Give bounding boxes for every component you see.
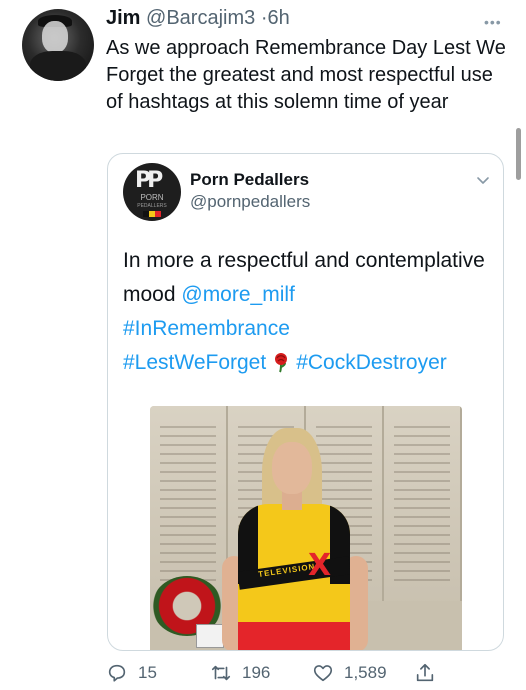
quote-author-handle[interactable]: @pornpedallers <box>190 192 310 212</box>
quote-text-intro: In more a respectful and contemplative m… <box>123 249 485 306</box>
quote-text: In more a respectful and contemplative m… <box>123 244 498 380</box>
quote-author-name[interactable]: Porn Pedallers <box>190 170 309 190</box>
quoted-tweet[interactable]: PP PORN PEDALLERS Porn Pedallers @pornpe… <box>107 153 504 651</box>
author-name[interactable]: Jim <box>106 7 140 29</box>
tweet-header: Jim @Barcajim3 ·6h <box>106 6 290 30</box>
like-button[interactable]: 1,589 <box>312 658 387 688</box>
reply-button[interactable]: 15 <box>106 658 157 688</box>
tweet[interactable]: Jim @Barcajim3 ·6h ••• As we approach Re… <box>0 0 526 690</box>
action-bar: 15 196 1,589 <box>0 658 526 688</box>
avatar-body <box>30 51 86 81</box>
retweet-count: 196 <box>242 663 271 682</box>
cycling-jersey: TELEVISION X <box>238 504 350 650</box>
scrollbar[interactable] <box>516 128 521 180</box>
mention-link[interactable]: @more_milf <box>181 283 295 306</box>
more-dots-icon[interactable]: ••• <box>484 14 502 30</box>
share-icon <box>416 663 434 682</box>
rose-icon <box>275 353 288 373</box>
avatar-text-top: PORN <box>140 193 164 202</box>
hashtag-link[interactable]: #CockDestroyer <box>296 351 447 374</box>
quote-photo[interactable]: TELEVISION X <box>150 406 462 650</box>
hashtag-link[interactable]: #LestWeForget <box>123 351 266 374</box>
avatar-face <box>42 21 68 53</box>
author-avatar[interactable] <box>22 9 94 81</box>
author-handle[interactable]: @Barcajim3 <box>146 7 255 29</box>
chevron-down-icon[interactable] <box>476 173 490 187</box>
avatar-monogram: PP <box>135 168 163 193</box>
memorial-wall-panel <box>384 406 462 606</box>
tweet-time[interactable]: 6h <box>267 7 289 29</box>
reply-icon <box>108 664 126 682</box>
avatar-text-bottom: PEDALLERS <box>137 203 167 209</box>
share-button[interactable] <box>414 658 446 688</box>
hashtag-link[interactable]: #InRemembrance <box>123 317 290 340</box>
like-count: 1,589 <box>344 663 387 682</box>
reply-count: 15 <box>138 663 157 682</box>
tweet-text: As we approach Remembrance Day Lest We F… <box>106 37 506 113</box>
wreath-card <box>196 624 224 648</box>
quote-author-avatar[interactable]: PP PORN PEDALLERS <box>123 163 181 221</box>
retweet-icon <box>211 665 231 681</box>
person-face <box>272 442 312 494</box>
jersey-mark: X <box>308 548 332 583</box>
retweet-button[interactable]: 196 <box>210 658 270 688</box>
heart-icon <box>313 665 333 682</box>
belgian-flag-icon <box>143 211 161 217</box>
